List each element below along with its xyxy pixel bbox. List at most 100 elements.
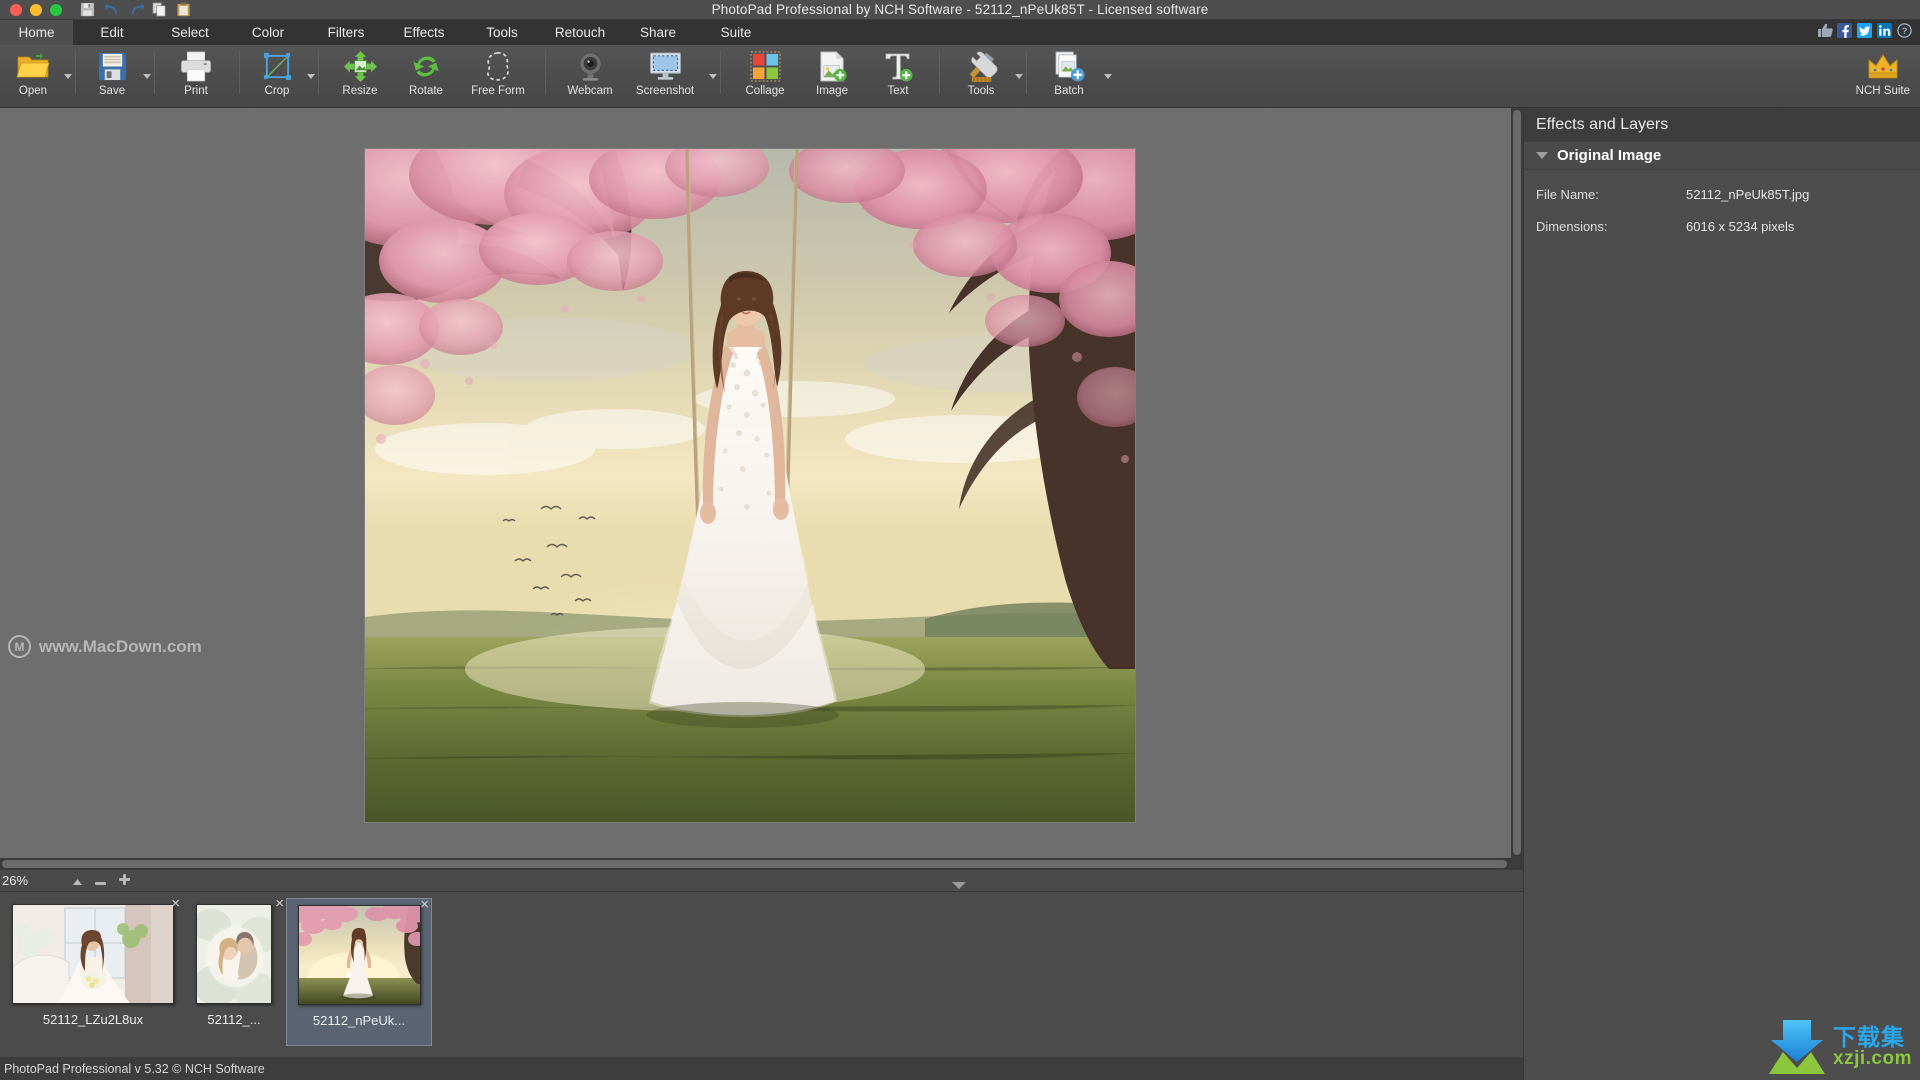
print-button[interactable]: Print	[165, 45, 227, 108]
batch-label: Batch	[1054, 85, 1084, 97]
save-button[interactable]: Save	[84, 45, 140, 108]
zoom-level-label: 26%	[2, 873, 29, 888]
tab-effects[interactable]: Effects	[385, 20, 463, 45]
add-text-button[interactable]: Text	[865, 45, 931, 108]
twitter-icon[interactable]	[1857, 23, 1872, 38]
tab-filters[interactable]: Filters	[307, 20, 385, 45]
collage-icon	[749, 49, 781, 83]
ribbon-toolbar: Open Save Print Crop Resize Rotate Free …	[0, 45, 1920, 108]
open-label: Open	[18, 85, 48, 97]
tab-edit[interactable]: Edit	[73, 20, 151, 45]
help-icon[interactable]: ?	[1897, 23, 1912, 38]
canvas-area[interactable]: M www.MacDown.com	[0, 108, 1523, 870]
social-links: ?	[1817, 23, 1912, 38]
canvas-horizontal-scrollbar[interactable]	[0, 858, 1523, 870]
rotate-label: Rotate	[409, 85, 443, 97]
canvas-horizontal-scroll-thumb[interactable]	[2, 860, 1507, 868]
webcam-button[interactable]: Webcam	[556, 45, 624, 108]
thumbnail-item-3[interactable]: × 52112_nPeUk...	[286, 897, 432, 1046]
thumbnail-close-2[interactable]: ×	[275, 896, 284, 911]
canvas-vertical-scroll-thumb[interactable]	[1513, 110, 1521, 855]
rotate-button[interactable]: Rotate	[393, 45, 459, 108]
tools-label: Tools	[967, 85, 995, 97]
property-dimensions: Dimensions: 6016 x 5234 pixels	[1524, 210, 1920, 242]
thumbnail-close-1[interactable]: ×	[171, 896, 180, 911]
ribbon-separator	[720, 50, 721, 94]
ribbon-tab-bar: Home Edit Select Color Filters Effects T…	[0, 20, 1920, 45]
screenshot-label: Screenshot	[635, 85, 695, 97]
thumbnail-image-3[interactable]	[297, 905, 421, 1005]
ribbon-separator	[318, 50, 319, 94]
free-form-button[interactable]: Free Form	[459, 45, 537, 108]
original-image-section-header[interactable]: Original Image	[1524, 142, 1920, 170]
hammer-wrench-icon	[965, 49, 998, 83]
zoom-buttons	[73, 874, 131, 887]
xzji-text: 下载集 xzji.com	[1833, 1024, 1912, 1069]
batch-dropdown-arrow[interactable]	[1101, 45, 1115, 108]
save-label: Save	[98, 85, 126, 97]
rotate-icon	[410, 49, 442, 83]
image-canvas[interactable]	[365, 149, 1135, 822]
save-dropdown-arrow[interactable]	[140, 45, 154, 108]
nch-suite-button[interactable]: NCH Suite	[1856, 49, 1910, 97]
add-image-icon	[817, 49, 848, 83]
collage-button[interactable]: Collage	[731, 45, 799, 108]
thumbnail-strip: × 52112_LZu2L8ux × 52112_... × 52112_nPe…	[0, 892, 1523, 1057]
tab-suite[interactable]: Suite	[697, 20, 775, 45]
fit-zoom-button[interactable]	[73, 874, 83, 887]
free-form-label: Free Form	[471, 85, 525, 97]
add-text-label: Text	[887, 85, 909, 97]
tab-tools[interactable]: Tools	[463, 20, 541, 45]
open-button[interactable]: Open	[5, 45, 61, 108]
batch-icon	[1054, 49, 1085, 83]
tools-button[interactable]: Tools	[950, 45, 1012, 108]
linkedin-icon[interactable]	[1877, 23, 1892, 38]
open-dropdown-arrow[interactable]	[61, 45, 75, 108]
thumbnail-image-1[interactable]	[12, 904, 174, 1004]
title-bar: PhotoPad Professional by NCH Software - …	[0, 0, 1920, 20]
crop-dropdown-arrow[interactable]	[304, 45, 318, 108]
collapse-panel-chevron-icon[interactable]	[952, 882, 966, 889]
tab-share[interactable]: Share	[619, 20, 697, 45]
batch-button[interactable]: Batch	[1037, 45, 1101, 108]
thumbnail-label-2: 52112_...	[207, 1012, 261, 1027]
thumbnail-item-1[interactable]: × 52112_LZu2L8ux	[4, 896, 182, 1046]
thumb-photo-3	[298, 906, 420, 1004]
print-label: Print	[184, 85, 208, 97]
thumbs-up-icon[interactable]	[1817, 23, 1833, 38]
screenshot-dropdown-arrow[interactable]	[706, 45, 720, 108]
ribbon-separator	[154, 50, 155, 94]
chevron-down-icon[interactable]	[1536, 152, 1548, 159]
macdown-monogram-icon: M	[8, 635, 31, 658]
zoom-in-button[interactable]	[119, 874, 131, 887]
canvas-vertical-scrollbar[interactable]	[1511, 108, 1523, 858]
tab-color[interactable]: Color	[229, 20, 307, 45]
ribbon-separator	[939, 50, 940, 94]
resize-label: Resize	[342, 85, 378, 97]
thumbnail-close-3[interactable]: ×	[420, 897, 429, 912]
nch-suite-label: NCH Suite	[1855, 85, 1910, 97]
open-folder-icon	[16, 49, 50, 83]
thumbnail-item-2[interactable]: × 52112_...	[182, 896, 286, 1046]
xzji-chinese-text: 下载集	[1833, 1024, 1906, 1050]
resize-button[interactable]: Resize	[327, 45, 393, 108]
screenshot-button[interactable]: Screenshot	[624, 45, 706, 108]
thumb-photo-2	[197, 905, 271, 1003]
nch-crown-icon	[1867, 49, 1899, 83]
dimensions-key: Dimensions:	[1536, 218, 1608, 234]
crop-button[interactable]: Crop	[250, 45, 304, 108]
tools-dropdown-arrow[interactable]	[1012, 45, 1026, 108]
tab-home[interactable]: Home	[0, 20, 73, 45]
tab-select[interactable]: Select	[151, 20, 229, 45]
status-bar-text: PhotoPad Professional v 5.32 © NCH Softw…	[4, 1061, 265, 1076]
tab-retouch[interactable]: Retouch	[541, 20, 619, 45]
add-image-button[interactable]: Image	[799, 45, 865, 108]
ribbon-separator	[75, 50, 76, 94]
status-bar: PhotoPad Professional v 5.32 © NCH Softw…	[0, 1057, 1523, 1080]
xzji-logo-icon	[1769, 1020, 1826, 1074]
file-name-key: File Name:	[1536, 186, 1599, 202]
thumbnail-image-2[interactable]	[196, 904, 272, 1004]
zoom-out-button[interactable]	[95, 874, 107, 887]
facebook-icon[interactable]	[1837, 23, 1852, 38]
floppy-disk-icon	[97, 49, 128, 83]
